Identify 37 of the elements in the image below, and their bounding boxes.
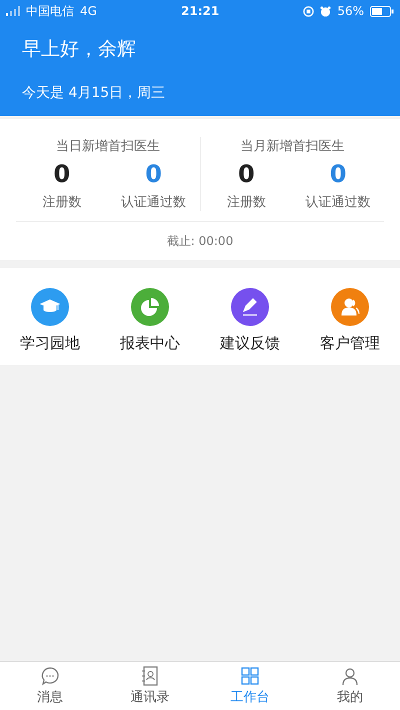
signal-icon bbox=[6, 6, 20, 16]
tab[interactable]: 消息 bbox=[0, 662, 100, 710]
rotation-lock-icon bbox=[303, 6, 314, 16]
stat-label: 认证通过数 bbox=[306, 194, 371, 211]
battery-icon bbox=[370, 6, 394, 16]
grid-icon bbox=[240, 666, 260, 686]
contacts-icon bbox=[141, 666, 159, 686]
date-text: 今天是 4月15日，周三 bbox=[22, 85, 166, 101]
stat-label: 认证通过数 bbox=[121, 194, 186, 211]
shortcut-button[interactable]: 报表中心 bbox=[120, 288, 180, 353]
stat-label: 注册数 bbox=[226, 194, 266, 211]
tab[interactable]: 通讯录 bbox=[100, 662, 200, 710]
tab[interactable]: 我的 bbox=[300, 662, 400, 710]
cutoff-time: 截止: 00:00 bbox=[166, 234, 234, 248]
graduation-cap-icon bbox=[40, 299, 60, 315]
greeting: 早上好，余辉 bbox=[22, 38, 136, 60]
user-icon bbox=[340, 297, 360, 317]
shortcut-button[interactable]: 建议反馈 bbox=[220, 288, 280, 353]
stat-value: 0 bbox=[238, 159, 255, 189]
carrier-name: 中国电信 bbox=[26, 2, 74, 20]
stats-title: 当日新增首扫医生 bbox=[56, 138, 160, 155]
stat-value: 0 bbox=[54, 159, 70, 189]
stats-title: 当月新增首扫医生 bbox=[240, 138, 344, 155]
pencil-icon bbox=[240, 297, 260, 317]
pie-chart-icon bbox=[140, 297, 160, 317]
user-icon bbox=[340, 666, 360, 686]
stat-label: 注册数 bbox=[42, 194, 82, 211]
network-type: 4G bbox=[80, 4, 97, 18]
stat-value: 0 bbox=[145, 159, 162, 189]
alarm-icon bbox=[320, 6, 332, 16]
stat-value: 0 bbox=[330, 159, 346, 189]
chat-icon bbox=[40, 666, 60, 686]
clock-time: 21:21 bbox=[181, 4, 220, 18]
shortcut-button[interactable]: 学习园地 bbox=[20, 288, 80, 353]
battery-percent: 56% bbox=[337, 4, 364, 18]
tab[interactable]: 工作台 bbox=[200, 662, 300, 710]
shortcut-button[interactable]: 客户管理 bbox=[320, 288, 380, 353]
